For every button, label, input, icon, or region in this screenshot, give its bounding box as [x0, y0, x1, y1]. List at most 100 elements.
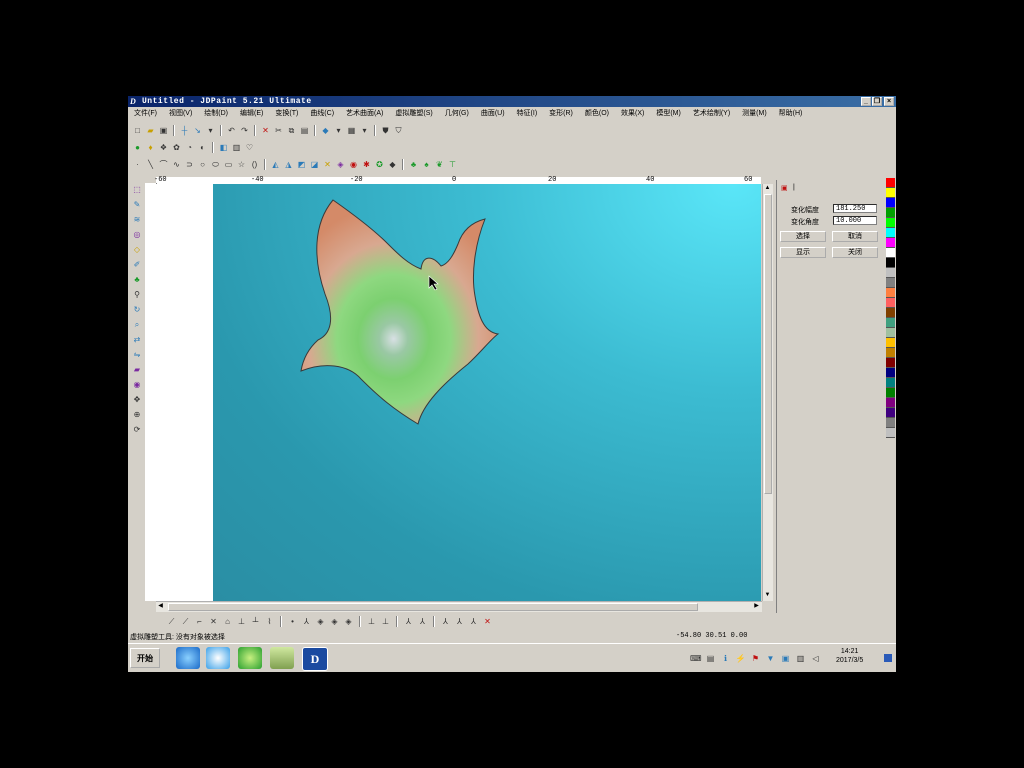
undo-icon[interactable]: ↶	[226, 125, 237, 136]
crosshair-icon[interactable]: ┼	[179, 125, 190, 136]
tool-o-icon[interactable]: ⊥	[380, 616, 391, 627]
sculpt-smooth-icon[interactable]: ≋	[132, 214, 143, 225]
tool-m-icon[interactable]: ◈	[343, 616, 354, 627]
scroll-down-icon[interactable]: ▼	[763, 591, 772, 600]
tray-shield-icon[interactable]: ▼	[765, 653, 776, 664]
close-button[interactable]: ×	[884, 97, 894, 106]
redo-icon[interactable]: ↷	[239, 125, 250, 136]
tool-i-icon[interactable]: •	[287, 616, 298, 627]
ellipse-icon[interactable]: ⬭	[210, 159, 221, 170]
close-tool-icon[interactable]: ✕	[482, 616, 493, 627]
tool-a-icon[interactable]: ⟋	[166, 616, 177, 627]
menu-item[interactable]: 虚拟雕塑(S)	[389, 108, 438, 120]
menu-item[interactable]: 模型(M)	[650, 108, 687, 120]
palette-swatch[interactable]	[886, 228, 895, 238]
drawing-canvas[interactable]	[156, 184, 761, 601]
sculpt-pen-icon[interactable]: ✐	[132, 259, 143, 270]
palette-swatch[interactable]	[886, 278, 895, 288]
palette-swatch[interactable]	[886, 378, 895, 388]
tool-p-icon[interactable]: ⅄	[403, 616, 414, 627]
orbit-icon[interactable]: ⟳	[132, 424, 143, 435]
tool-f-icon[interactable]: ⊥	[236, 616, 247, 627]
line-icon[interactable]: ╲	[145, 159, 156, 170]
sculpt-flip-icon[interactable]: ⇄	[132, 334, 143, 345]
palette-swatch[interactable]	[886, 388, 895, 398]
panel-tab[interactable]: |	[793, 184, 795, 191]
save-icon[interactable]: ▣	[158, 125, 169, 136]
jdpaint-taskbar-icon[interactable]: D	[302, 647, 328, 671]
view-front-icon[interactable]: ◧	[218, 142, 229, 153]
tool-j-icon[interactable]: ⅄	[301, 616, 312, 627]
layer-icon[interactable]: ▦	[346, 125, 357, 136]
close-panel-button[interactable]: 关闭	[832, 247, 878, 258]
menu-item[interactable]: 文件(F)	[128, 108, 163, 120]
rectangle-icon[interactable]: ▭	[223, 159, 234, 170]
sculpt-tool-10-icon[interactable]: ◆	[387, 159, 398, 170]
menu-item[interactable]: 几何(G)	[439, 108, 475, 120]
cancel-button[interactable]: 取消	[832, 231, 878, 242]
3d-viewport[interactable]	[213, 184, 761, 601]
palette-swatch[interactable]	[886, 358, 895, 368]
tool-e-icon[interactable]: ⌂	[222, 616, 233, 627]
menu-item[interactable]: 变换(T)	[269, 108, 304, 120]
view-shield-icon[interactable]: ♡	[244, 142, 255, 153]
material-icon[interactable]: ❖	[158, 142, 169, 153]
cloud-app-icon[interactable]	[206, 647, 230, 669]
cut-icon[interactable]: ✂	[273, 125, 284, 136]
select-icon[interactable]: ↘	[192, 125, 203, 136]
delete-icon[interactable]: ✕	[260, 125, 271, 136]
color-fill-icon[interactable]: ◆	[320, 125, 331, 136]
ie-browser-icon[interactable]	[176, 647, 200, 669]
restore-button[interactable]: ❐	[872, 97, 882, 106]
palette-swatch[interactable]	[886, 348, 895, 358]
tray-flag-icon[interactable]: ⚑	[750, 653, 761, 664]
dropdown-arrow-icon[interactable]: ▾	[205, 125, 216, 136]
scroll-left-icon[interactable]: ◀	[156, 602, 165, 611]
palette-swatch[interactable]	[886, 288, 895, 298]
sculpt-tool-14-icon[interactable]: ⊤	[447, 159, 458, 170]
sculpt-layer-icon[interactable]: ▰	[132, 364, 143, 375]
palette-swatch[interactable]	[886, 258, 895, 268]
bracket-icon[interactable]: ()	[249, 159, 260, 170]
tray-usb-icon[interactable]: ⚡	[735, 653, 746, 664]
view-grid-icon[interactable]: ▥	[231, 142, 242, 153]
render-icon[interactable]: ◔	[184, 142, 195, 153]
palette-swatch[interactable]	[886, 328, 895, 338]
palette-swatch[interactable]	[886, 338, 895, 348]
palette-swatch[interactable]	[886, 218, 895, 228]
sculpt-tool-5-icon[interactable]: ✕	[322, 159, 333, 170]
tray-volume-icon[interactable]: ◁	[810, 653, 821, 664]
menu-item[interactable]: 效果(X)	[615, 108, 650, 120]
sculpt-tool-8-icon[interactable]: ✱	[361, 159, 372, 170]
shield-icon[interactable]: ⛊	[380, 125, 391, 136]
sculpt-stamp-icon[interactable]: ◎	[132, 229, 143, 240]
tray-printer-icon[interactable]: ▤	[705, 653, 716, 664]
sculpt-tool-1-icon[interactable]: ◭	[270, 159, 281, 170]
sculpt-tool-9-icon[interactable]: ✪	[374, 159, 385, 170]
sculpt-rotate-icon[interactable]: ↻	[132, 304, 143, 315]
sculpt-tool-4-icon[interactable]: ◪	[309, 159, 320, 170]
palette-swatch[interactable]	[886, 248, 895, 258]
sculpt-mirror-icon[interactable]: ⇋	[132, 349, 143, 360]
show-desktop-icon[interactable]	[884, 654, 892, 662]
palette-swatch[interactable]	[886, 418, 895, 428]
start-button[interactable]: 开始	[130, 648, 160, 668]
field2-input[interactable]: 10.000	[833, 216, 877, 225]
tool-n-icon[interactable]: ⊥	[366, 616, 377, 627]
tool-c-icon[interactable]: ⌐	[194, 616, 205, 627]
tool-b-icon[interactable]: ⟋	[180, 616, 191, 627]
horizontal-scrollbar[interactable]: ◀ ▶	[156, 601, 762, 612]
tray-info-icon[interactable]: ℹ	[720, 653, 731, 664]
scroll-right-icon[interactable]: ▶	[752, 602, 761, 611]
palette-swatch[interactable]	[886, 398, 895, 408]
tray-network-icon[interactable]: ▣	[780, 653, 791, 664]
tool-h-icon[interactable]: ⌇	[264, 616, 275, 627]
menu-item[interactable]: 绘制(D)	[198, 108, 234, 120]
scroll-thumb[interactable]	[168, 603, 698, 611]
sculpt-tool-7-icon[interactable]: ◉	[348, 159, 359, 170]
menu-item[interactable]: 特征(I)	[511, 108, 544, 120]
browser-icon[interactable]	[238, 647, 262, 669]
menu-item[interactable]: 视图(V)	[163, 108, 198, 120]
title-bar[interactable]: D Untitled - JDPaint 5.21 Ultimate _ ❐ ×	[128, 96, 896, 107]
star-icon[interactable]: ☆	[236, 159, 247, 170]
